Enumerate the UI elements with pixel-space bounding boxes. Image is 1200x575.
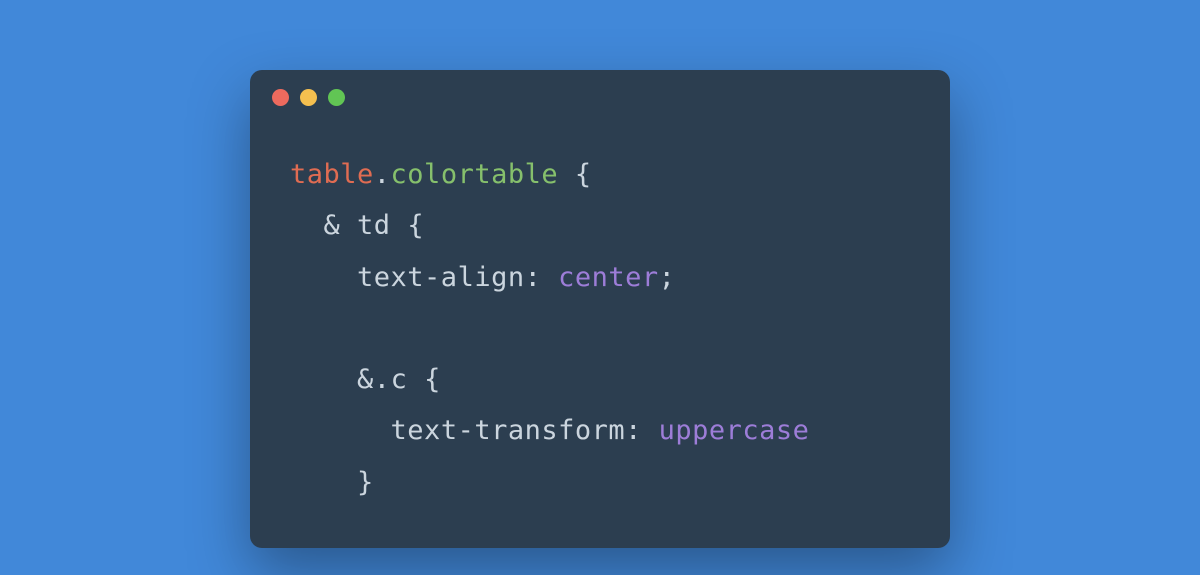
close-icon[interactable] xyxy=(272,89,289,106)
maximize-icon[interactable] xyxy=(328,89,345,106)
code-token-dot: . xyxy=(374,159,391,190)
code-content: table.colortable { & td { text-align: ce… xyxy=(250,124,950,548)
code-token-property: text-transform xyxy=(391,415,626,446)
code-token-brace: } xyxy=(357,467,374,498)
code-indent xyxy=(290,364,357,395)
code-indent xyxy=(290,467,357,498)
code-line: text-transform: uppercase xyxy=(290,405,910,456)
code-token-brace: { xyxy=(558,159,592,190)
code-indent xyxy=(290,415,391,446)
code-token-selector: c xyxy=(391,364,425,395)
code-indent xyxy=(290,210,324,241)
code-token-semicolon: ; xyxy=(659,262,676,293)
code-token-selector: td xyxy=(357,210,407,241)
code-line: } xyxy=(290,457,910,508)
code-token-amp: & xyxy=(324,210,358,241)
code-line: &.c { xyxy=(290,354,910,405)
code-token-value: center xyxy=(558,262,659,293)
code-line xyxy=(290,303,910,354)
code-token-brace: { xyxy=(407,210,424,241)
code-token-value: uppercase xyxy=(659,415,810,446)
code-token-colon: : xyxy=(625,415,659,446)
code-token-brace: { xyxy=(424,364,441,395)
code-line: text-align: center; xyxy=(290,252,910,303)
code-token-amp: & xyxy=(357,364,374,395)
code-blank-line xyxy=(290,313,307,344)
code-token-class: colortable xyxy=(391,159,559,190)
code-token-tag: table xyxy=(290,159,374,190)
code-token-dot: . xyxy=(374,364,391,395)
code-editor-window: table.colortable { & td { text-align: ce… xyxy=(250,70,950,548)
window-titlebar xyxy=(250,70,950,124)
code-token-colon: : xyxy=(525,262,559,293)
code-indent xyxy=(290,262,357,293)
minimize-icon[interactable] xyxy=(300,89,317,106)
code-line: & td { xyxy=(290,200,910,251)
code-line: table.colortable { xyxy=(290,149,910,200)
code-token-property: text-align xyxy=(357,262,525,293)
